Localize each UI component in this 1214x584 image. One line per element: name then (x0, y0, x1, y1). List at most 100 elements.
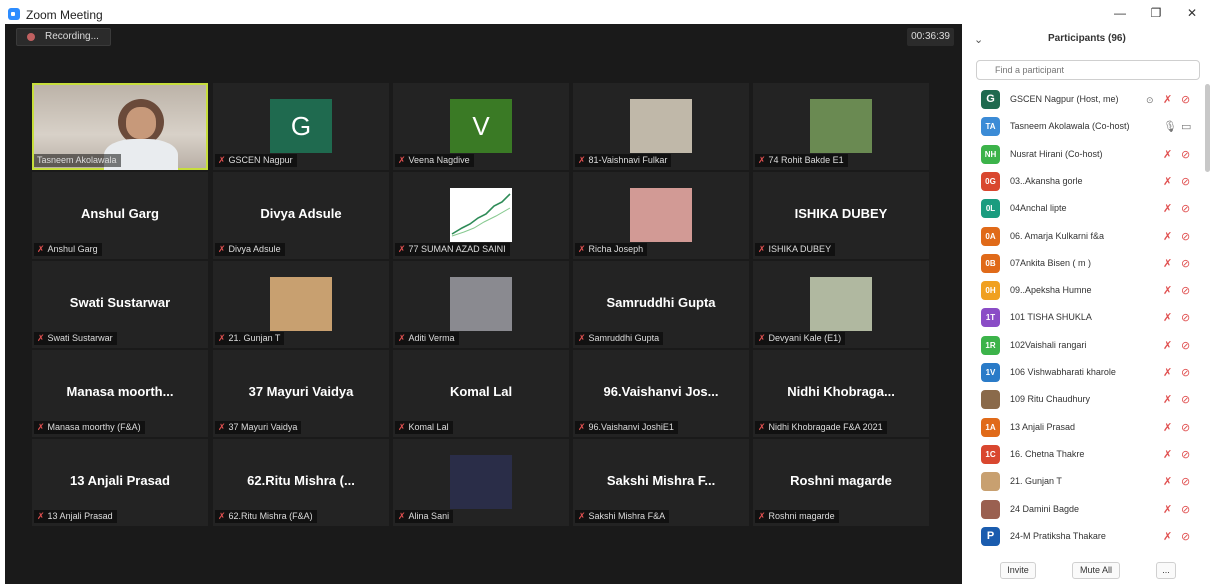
participant-tile[interactable]: Nidhi Khobraga... ✗ Nidhi Khobragade F&A 2… (753, 350, 929, 437)
minimize-icon[interactable]: — (1110, 4, 1130, 22)
participant-name: GSCEN Nagpur (Host, me) (1010, 94, 1119, 104)
participant-name-label: ✗ 74 Rohit Bakde E1 (755, 154, 848, 167)
mic-muted-icon[interactable]: ✗ (1163, 366, 1172, 380)
mic-muted-icon[interactable]: ✗ (1163, 93, 1172, 107)
participant-tile[interactable]: ✗ 77 SUMAN AZAD SAINI (393, 172, 569, 259)
participant-row[interactable]: 21. Gunjan T ✗ ⊘ (962, 469, 1214, 496)
video-off-icon[interactable]: ⊘ (1181, 475, 1190, 489)
participant-row[interactable]: 1R 102Vaishali rangari ✗ ⊘ (962, 333, 1214, 360)
participant-row[interactable]: P 24-M Pratiksha Thakare ✗ ⊘ (962, 524, 1214, 551)
participant-display-name: ISHIKA DUBEY (794, 206, 888, 221)
participant-row[interactable]: 0G 03..Akansha gorle ✗ ⊘ (962, 169, 1214, 196)
mic-muted-icon[interactable]: ✗ (1163, 448, 1172, 462)
participant-tile[interactable]: ✗ 81-Vaishnavi Fulkar (573, 83, 749, 170)
participant-tile[interactable]: ✗ 74 Rohit Bakde E1 (753, 83, 929, 170)
participant-tile[interactable]: ✗ Devyani Kale (E1) (753, 261, 929, 348)
participant-tile[interactable]: Divya Adsule ✗ Divya Adsule (213, 172, 389, 259)
invite-button[interactable]: Invite (1000, 562, 1036, 579)
video-off-icon[interactable]: ⊘ (1181, 93, 1190, 107)
video-off-icon[interactable]: ⊘ (1181, 421, 1190, 435)
mic-muted-icon[interactable]: ✗ (1163, 393, 1172, 407)
participant-tile[interactable]: Anshul Garg ✗ Anshul Garg (32, 172, 208, 259)
mic-muted-icon[interactable]: ✗ (1163, 284, 1172, 298)
participant-tile[interactable]: ✗ Alina Sani (393, 439, 569, 526)
participant-row[interactable]: 109 Ritu Chaudhury ✗ ⊘ (962, 387, 1214, 414)
video-off-icon[interactable]: ⊘ (1181, 257, 1190, 271)
more-options-button[interactable]: ... (1156, 562, 1176, 579)
video-off-icon[interactable]: ⊘ (1181, 393, 1190, 407)
close-icon[interactable]: ✕ (1182, 4, 1202, 22)
mic-muted-icon[interactable]: ✗ (1163, 311, 1172, 325)
video-off-icon[interactable]: ⊘ (1181, 230, 1190, 244)
participant-search-input[interactable] (976, 60, 1200, 80)
participant-tile[interactable]: Samruddhi Gupta ✗ Samruddhi Gupta (573, 261, 749, 348)
recording-indicator[interactable]: Recording... (16, 28, 111, 46)
participant-avatar: NH (981, 144, 1000, 164)
mic-muted-icon[interactable]: ✗ (1163, 475, 1172, 489)
mic-muted-icon[interactable]: ✗ (1163, 421, 1172, 435)
mic-muted-icon[interactable]: ✗ (1163, 257, 1172, 271)
video-off-icon[interactable]: ⊘ (1181, 503, 1190, 517)
participant-tile[interactable]: Roshni magarde ✗ Roshni magarde (753, 439, 929, 526)
participant-name-label: ✗ Roshni magarde (755, 510, 839, 523)
mic-muted-icon[interactable]: ✗ (1163, 530, 1172, 544)
participant-row[interactable]: 0L 04Anchal lipte ✗ ⊘ (962, 196, 1214, 223)
video-off-icon[interactable]: ⊘ (1181, 284, 1190, 298)
video-off-icon[interactable]: ⊘ (1181, 530, 1190, 544)
participant-row[interactable]: 0H 09..Apeksha Humne ✗ ⊘ (962, 278, 1214, 305)
participant-tile[interactable]: 62.Ritu Mishra (... ✗ 62.Ritu Mishra (F&A) (213, 439, 389, 526)
participant-row[interactable]: G GSCEN Nagpur (Host, me) ⊙ ✗ ⊘ (962, 87, 1214, 114)
video-off-icon[interactable]: ⊘ (1181, 366, 1190, 380)
mic-muted-icon[interactable]: ✗ (1163, 339, 1172, 353)
participant-row[interactable]: 24 Damini Bagde ✗ ⊘ (962, 497, 1214, 524)
participant-row[interactable]: 1A 13 Anjali Prasad ✗ ⊘ (962, 415, 1214, 442)
participant-tile[interactable]: Sakshi Mishra F... ✗ Sakshi Mishra F&A (573, 439, 749, 526)
participant-row[interactable]: 0A 06. Amarja Kulkarni f&a ✗ ⊘ (962, 224, 1214, 251)
video-off-icon[interactable]: ⊘ (1181, 311, 1190, 325)
mic-muted-icon[interactable]: ✗ (1163, 148, 1172, 162)
video-off-icon[interactable]: ⊘ (1181, 339, 1190, 353)
mic-muted-icon: ✗ (398, 422, 406, 432)
video-off-icon[interactable]: ⊘ (1181, 175, 1190, 189)
mute-all-button[interactable]: Mute All (1072, 562, 1120, 579)
participant-tile[interactable]: ISHIKA DUBEY ✗ ISHIKA DUBEY (753, 172, 929, 259)
participant-tile[interactable]: Manasa moorth... ✗ Manasa moorthy (F&A) (32, 350, 208, 437)
participant-row[interactable]: 1T 101 TISHA SHUKLA ✗ ⊘ (962, 305, 1214, 332)
participant-tile[interactable]: Swati Sustarwar ✗ Swati Sustarwar (32, 261, 208, 348)
participant-tile[interactable]: 37 Mayuri Vaidya ✗ 37 Mayuri Vaidya (213, 350, 389, 437)
participant-tile[interactable]: 96.Vaishanvi Jos... ✗ 96.Vaishanvi JoshiE1 (573, 350, 749, 437)
mic-muted-icon[interactable]: ✗ (1163, 175, 1172, 189)
participant-tile[interactable]: Tasneem Akolawala (32, 83, 208, 170)
restore-icon[interactable]: ❐ (1146, 4, 1166, 22)
mic-on-icon[interactable]: 🎙 (1163, 120, 1177, 134)
participant-tile[interactable]: Komal Lal ✗ Komal Lal (393, 350, 569, 437)
participant-tile[interactable]: G ✗ GSCEN Nagpur (213, 83, 389, 170)
mic-muted-icon: ✗ (37, 511, 45, 521)
participant-row[interactable]: 1C 16. Chetna Thakre ✗ ⊘ (962, 442, 1214, 469)
mic-muted-icon[interactable]: ✗ (1163, 503, 1172, 517)
participant-tile[interactable]: ✗ 21. Gunjan T (213, 261, 389, 348)
video-off-icon[interactable]: ⊘ (1181, 448, 1190, 462)
mic-muted-icon: ✗ (218, 422, 226, 432)
participant-row[interactable]: NH Nusrat Hirani (Co-host) ✗ ⊘ (962, 142, 1214, 169)
participant-name-label: ✗ ISHIKA DUBEY (755, 243, 836, 256)
participant-tile[interactable]: ✗ Richa Joseph (573, 172, 749, 259)
mic-muted-icon[interactable]: ✗ (1163, 202, 1172, 216)
mic-muted-icon: ✗ (758, 155, 766, 165)
video-off-icon[interactable]: ⊘ (1181, 202, 1190, 216)
mic-muted-icon[interactable]: ✗ (1163, 230, 1172, 244)
participant-tile[interactable]: V ✗ Veena Nagdive (393, 83, 569, 170)
chevron-down-icon[interactable]: ⌄ (974, 33, 983, 46)
participant-row[interactable]: 0B 07Ankita Bisen ( m ) ✗ ⊘ (962, 251, 1214, 278)
video-on-icon[interactable]: ▭ (1181, 120, 1191, 134)
video-off-icon[interactable]: ⊘ (1181, 148, 1190, 162)
participant-row[interactable]: 1V 106 Vishwabharati kharole ✗ ⊘ (962, 360, 1214, 387)
participant-row[interactable]: TA Tasneem Akolawala (Co-host) 🎙 ▭ (962, 114, 1214, 141)
participant-avatar: 0B (981, 253, 1000, 273)
participant-tile[interactable]: 13 Anjali Prasad ✗ 13 Anjali Prasad (32, 439, 208, 526)
participant-tile[interactable]: ✗ Aditi Verma (393, 261, 569, 348)
mic-muted-icon: ✗ (398, 155, 406, 165)
participant-name: 106 Vishwabharati kharole (1010, 367, 1116, 377)
participant-photo (630, 188, 692, 242)
participant-name: 109 Ritu Chaudhury (1010, 394, 1091, 405)
